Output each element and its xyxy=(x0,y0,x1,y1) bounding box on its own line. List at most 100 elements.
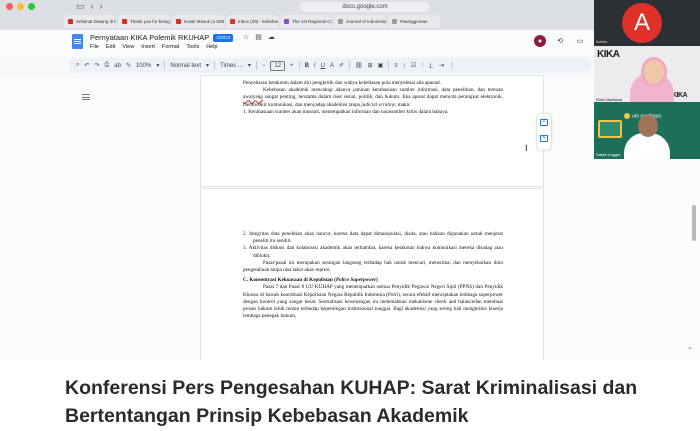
align-icon[interactable]: ≡ xyxy=(394,63,398,69)
cloud-status-icon[interactable]: ☁ xyxy=(268,33,275,41)
browser-nav: ▭ ‹ › xyxy=(76,1,103,12)
kika-logo: KIKA xyxy=(672,92,688,99)
increase-font-icon[interactable]: + xyxy=(290,63,294,69)
list-item: 3. Aktivitas diskusi dan kolaborasi akad… xyxy=(243,245,503,259)
add-comment-icon[interactable]: + xyxy=(540,119,548,126)
back-icon[interactable]: ‹ xyxy=(91,1,94,12)
google-docs-icon[interactable] xyxy=(72,34,83,49)
image-icon[interactable]: ▣ xyxy=(378,62,384,69)
zoom-select[interactable]: 100% xyxy=(136,63,151,69)
participant-name: Satria Unggul xyxy=(596,152,621,157)
menu-item-help[interactable]: Help xyxy=(206,44,217,50)
participant-name: Admin xyxy=(596,39,608,44)
page-text: Penyebaran ketakutan dalam diri pengkrit… xyxy=(243,80,503,116)
tab-label: The 1st Regional Confer... xyxy=(292,19,332,24)
favicon-icon xyxy=(338,19,343,24)
tab-label: Inbox (39) - kebebasan... xyxy=(238,19,278,24)
history-icon[interactable]: ⟲ xyxy=(554,35,566,47)
print-icon[interactable]: ⎙ xyxy=(104,62,109,69)
text-color-icon[interactable]: A xyxy=(330,63,334,69)
line-spacing-icon[interactable]: ↕ xyxy=(403,63,406,69)
browser-tab[interactable]: Inbox (39) - kebebasan... xyxy=(226,15,278,28)
font-size-input[interactable]: 12 xyxy=(270,60,286,71)
kika-logo: KIKA xyxy=(597,49,620,60)
list-item: 1. Kerahasiaan sumber akan musnah, menem… xyxy=(243,108,449,115)
document-page[interactable]: 2. Integritas data penelitian akan hancu… xyxy=(201,189,543,360)
favicon-icon xyxy=(284,19,289,24)
undo-icon[interactable]: ↶ xyxy=(84,62,89,69)
toolbar-divider xyxy=(164,61,166,70)
toolbar-divider xyxy=(388,61,390,70)
link-icon[interactable]: ⛓ xyxy=(355,62,363,69)
address-bar[interactable]: docs.google.com xyxy=(300,2,430,12)
menu-bar: File Edit View Insert Format Tools Help xyxy=(90,44,218,50)
chevron-down-icon: ▾ xyxy=(206,63,210,69)
minimize-window-icon[interactable] xyxy=(17,3,24,10)
menu-item-view[interactable]: View xyxy=(122,44,134,50)
bold-icon[interactable]: B xyxy=(305,63,309,69)
bullet-list-icon[interactable]: ⁝ xyxy=(421,62,423,69)
highlight-icon[interactable]: ✐ xyxy=(339,62,344,69)
suggest-edit-icon[interactable]: ✎ xyxy=(540,135,548,142)
add-comment-icon[interactable]: ⊞ xyxy=(368,62,373,69)
menu-item-insert[interactable]: Insert xyxy=(141,44,155,50)
numbered-list-icon[interactable]: ⒈ xyxy=(428,61,434,70)
spellcheck-icon[interactable]: ab xyxy=(114,63,121,69)
browser-tab[interactable]: Selamat Datang di Porta... xyxy=(64,15,116,28)
scrollbar[interactable] xyxy=(692,205,696,241)
text-cursor-icon: I xyxy=(525,143,528,153)
scroll-down-icon[interactable]: ⌄ xyxy=(687,343,697,353)
heading-text-italic: Police Superpower xyxy=(335,277,377,284)
toolbar-divider xyxy=(255,61,257,70)
comments-icon[interactable]: ▭ xyxy=(574,35,586,47)
favicon-icon xyxy=(392,19,397,24)
decrease-font-icon[interactable]: − xyxy=(262,63,266,69)
window-controls[interactable] xyxy=(6,3,35,10)
menu-item-edit[interactable]: Edit xyxy=(106,44,115,50)
more-icon[interactable]: ⋮ xyxy=(449,62,455,69)
font-select[interactable]: Times ... xyxy=(220,63,243,69)
favicon-icon xyxy=(176,19,181,24)
text-run: Kebebasan akademik mencakup adanya jamin… xyxy=(263,87,503,94)
indent-icon[interactable]: ⇥ xyxy=(439,62,444,69)
sidebar-icon[interactable]: ▭ xyxy=(76,1,85,12)
browser-tab[interactable]: The 1st Regional Confer... xyxy=(280,15,332,28)
text-run-italic: judicial scrutiny xyxy=(361,101,396,108)
menu-item-tools[interactable]: Tools xyxy=(186,44,199,50)
paint-format-icon[interactable]: ✎ xyxy=(126,62,131,69)
document-page[interactable]: Penyebaran ketakutan dalam diri pengkrit… xyxy=(201,76,543,186)
browser-tab[interactable]: Thank you for being par... xyxy=(118,15,170,28)
paragraph: Kebebasan akademik mencakup adanya jamin… xyxy=(243,87,503,109)
move-folder-icon[interactable]: ▤ xyxy=(255,33,262,41)
list-item: 2. Integritas data penelitian akan hancu… xyxy=(243,231,503,245)
italic-icon[interactable]: I xyxy=(314,63,316,69)
participant-video xyxy=(638,115,658,137)
redo-icon[interactable]: ↷ xyxy=(94,62,99,69)
forward-icon[interactable]: › xyxy=(100,1,103,12)
article-headline[interactable]: Konferensi Pers Pengesahan KUHAP: Sarat … xyxy=(65,374,685,430)
close-window-icon[interactable] xyxy=(6,3,13,10)
outline-icon[interactable] xyxy=(82,94,90,100)
search-icon[interactable]: ⌕ xyxy=(76,62,79,69)
underline-icon[interactable]: U xyxy=(321,63,325,69)
style-select[interactable]: Normal text xyxy=(170,63,201,69)
chevron-down-icon: ▾ xyxy=(156,63,160,69)
browser-tab[interactable]: #searggrosan xyxy=(388,15,440,28)
toolbar-divider xyxy=(214,61,216,70)
browser-tab[interactable]: Journal of Indonesian H... xyxy=(334,15,386,28)
meet-icon[interactable]: ● xyxy=(534,35,546,47)
page-text: 2. Integritas data penelitian akan hancu… xyxy=(243,231,503,320)
menu-item-format[interactable]: Format xyxy=(162,44,179,50)
star-icon[interactable]: ☆ xyxy=(243,33,249,41)
formatting-toolbar: ⌕ ↶ ↷ ⎙ ab ✎ 100% ▾ Normal text ▾ Times … xyxy=(68,58,592,73)
favicon-icon xyxy=(230,19,235,24)
background-sign xyxy=(598,120,622,138)
menu-item-file[interactable]: File xyxy=(90,44,99,50)
floating-actions: + ✎ xyxy=(537,114,551,150)
heading-text: C. Konsentrasi Kekuasaan di Kepolisian ( xyxy=(243,277,336,284)
tab-label: #searggrosan xyxy=(400,19,428,24)
browser-tab[interactable]: Kotak Masuk (1.508) - s... xyxy=(172,15,224,28)
document-title[interactable]: Pernyataan KIKA Polemik RKUHAP xyxy=(90,33,209,42)
maximize-window-icon[interactable] xyxy=(28,3,35,10)
checklist-icon[interactable]: ☑ xyxy=(411,62,416,69)
